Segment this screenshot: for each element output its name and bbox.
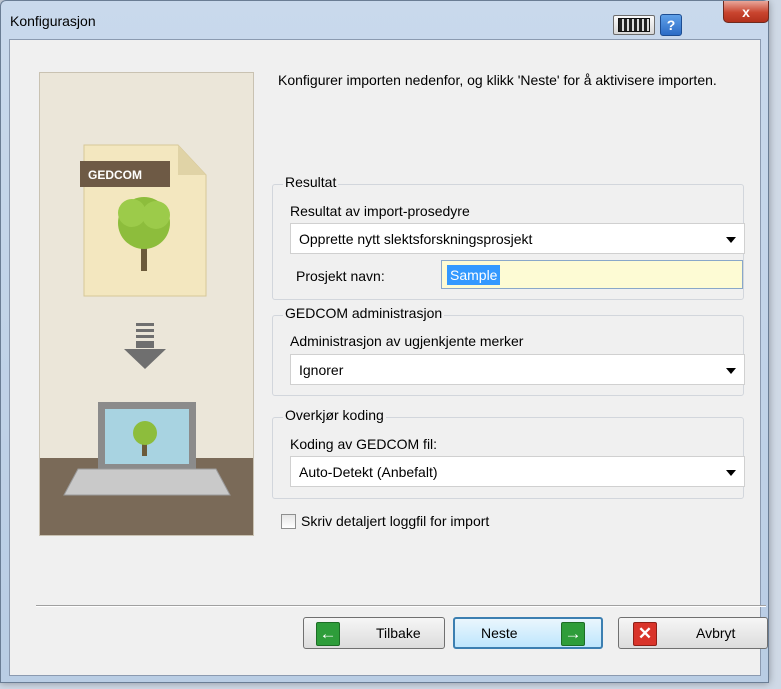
unknown-tags-label: Administrasjon av ugjenkjente merker (290, 333, 524, 349)
button-separator (36, 605, 766, 607)
detailed-log-label[interactable]: Skriv detaljert loggfil for import (301, 513, 489, 529)
unknown-tags-dropdown[interactable]: Ignorer (290, 354, 745, 385)
gedcom-file-icon: GEDCOM (80, 144, 207, 297)
help-button[interactable]: ? (660, 14, 682, 36)
back-button-label: Tilbake (376, 625, 421, 641)
title-bar[interactable]: Konfigurasjon ? x (1, 1, 769, 39)
encoding-value: Auto-Detekt (Anbefalt) (299, 464, 438, 480)
close-icon: ✕ (633, 622, 657, 646)
import-procedure-value: Opprette nytt slektsforskningsprosjekt (299, 231, 533, 247)
next-button[interactable]: Neste → (453, 617, 603, 649)
arrow-left-icon: ← (316, 622, 340, 646)
cancel-button[interactable]: ✕ Avbryt (618, 617, 768, 649)
close-button[interactable]: x (723, 1, 769, 23)
project-name-label: Prosjekt navn: (296, 268, 385, 284)
chevron-down-icon (726, 470, 736, 476)
window-title: Konfigurasjon (10, 13, 96, 29)
keyboard-button[interactable] (613, 15, 655, 35)
back-button[interactable]: ← Tilbake (303, 617, 445, 649)
project-name-input[interactable]: Sample (441, 260, 743, 289)
arrow-right-icon: → (561, 622, 585, 646)
chevron-down-icon (726, 368, 736, 374)
chevron-down-icon (726, 237, 736, 243)
cancel-button-label: Avbryt (696, 625, 736, 641)
encoding-group-title: Overkjør koding (283, 407, 386, 423)
import-procedure-dropdown[interactable]: Opprette nytt slektsforskningsprosjekt (290, 223, 745, 254)
encoding-label: Koding av GEDCOM fil: (290, 436, 438, 452)
result-group-title: Resultat (283, 174, 339, 190)
gedcom-admin-group-title: GEDCOM administrasjon (283, 305, 445, 321)
keyboard-icon (618, 18, 650, 32)
import-illustration: GEDCOM (39, 72, 254, 536)
next-button-label: Neste (481, 625, 518, 641)
import-procedure-label: Resultat av import-prosedyre (290, 203, 470, 219)
gedcom-badge: GEDCOM (88, 168, 142, 182)
intro-text: Konfigurer importen nedenfor, og klikk '… (278, 72, 717, 88)
project-name-value: Sample (447, 265, 501, 285)
encoding-dropdown[interactable]: Auto-Detekt (Anbefalt) (290, 456, 745, 487)
unknown-tags-value: Ignorer (299, 362, 344, 378)
detailed-log-checkbox[interactable] (281, 514, 296, 529)
